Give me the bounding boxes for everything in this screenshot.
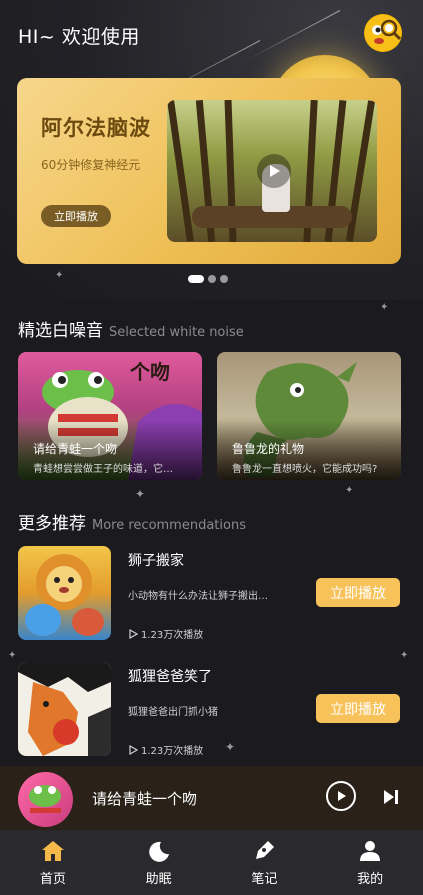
recommendation-item[interactable]: 狐狸爸爸笑了 狐狸爸爸出门抓小猪 1.23万次播放 立即播放 [18,662,402,757]
sparkle-decoration: ✦ [400,650,409,661]
section-title-recommendations: 更多推荐 More recommendations [18,509,246,534]
card-description: 鲁鲁龙一直想喷火，它能成功吗? [232,464,378,475]
card-description: 青蛙想尝尝做王子的味道，它… [33,464,173,475]
player-thumbnail [18,772,73,827]
recommendation-title: 狐狸爸爸笑了 [128,669,212,685]
sparkle-decoration: ✦ [225,740,236,754]
pen-icon [251,839,277,863]
tab-label: 助眠 [145,871,172,887]
recommendation-description: 小动物有什么办法让狮子搬出… [128,591,268,602]
sparkle-decoration: ✦ [380,302,389,313]
card-title: 请给青蛙一个吻 [33,442,118,456]
recommendation-description: 狐狸爸爸出门抓小猪 [128,707,218,718]
play-count-text: 1.23万次播放 [141,630,204,641]
play-now-button[interactable]: 立即播放 [316,694,400,723]
carousel-dot[interactable] [220,275,228,283]
sparkle-decoration: ✦ [55,270,64,281]
play-count: 1.23万次播放 [128,626,203,641]
banner-play-button[interactable]: 立即播放 [41,205,111,227]
white-noise-card-dragon[interactable]: 鲁鲁龙的礼物 鲁鲁龙一直想喷火，它能成功吗? [217,352,401,480]
carousel-indicator [188,275,228,283]
play-outline-icon [129,744,138,755]
card-art-text: 个吻 [130,360,170,384]
section-title-text: 更多推荐 [18,514,86,534]
play-count-text: 1.23万次播放 [141,746,204,757]
carousel-dot[interactable] [208,275,216,283]
section-title-en: More recommendations [92,518,246,533]
carousel-dot-active[interactable] [188,275,204,283]
player-title: 请给青蛙一个吻 [92,790,198,808]
welcome-text: HI~ 欢迎使用 [18,26,140,48]
play-now-button[interactable]: 立即播放 [316,578,400,607]
sparkle-decoration: ✦ [135,487,146,501]
avatar[interactable] [364,14,402,52]
forest-image [167,100,377,242]
play-icon[interactable] [257,154,291,188]
recommendation-thumbnail [18,662,111,756]
sparkle-decoration: ✦ [345,485,354,496]
svg-text:z: z [161,843,165,851]
tab-profile[interactable]: 我的 [317,830,423,895]
banner-subtitle: 60分钟修复神经元 [41,158,141,172]
tab-home[interactable]: 首页 [0,830,106,895]
bottom-tab-bar: 首页 z 助眠 笔记 我的 [0,830,423,895]
play-outline-icon [129,628,138,639]
recommendation-title: 狮子搬家 [128,553,184,569]
tab-notes[interactable]: 笔记 [212,830,318,895]
header: HI~ 欢迎使用 [0,0,423,70]
user-icon [357,839,383,863]
emoji-avatar-icon [365,15,402,51]
banner-title: 阿尔法脑波 [41,116,151,140]
play-icon[interactable] [326,781,356,811]
tab-sleep[interactable]: z 助眠 [106,830,212,895]
moon-sleep-icon: z [146,839,172,863]
white-noise-card-frog[interactable]: 个吻 请给青蛙一个吻 青蛙想尝尝做王子的味道，它… [18,352,202,480]
card-title: 鲁鲁龙的礼物 [232,442,305,456]
sparkle-decoration: ✦ [8,650,17,661]
play-count: 1.23万次播放 [128,742,203,757]
section-title-white-noise: 精选白噪音 Selected white noise [18,316,244,341]
section-title-en: Selected white noise [109,325,244,340]
section-title-text: 精选白噪音 [18,321,103,341]
skip-next-icon[interactable] [380,788,402,806]
tab-label: 笔记 [251,871,278,887]
recommendation-thumbnail [18,546,111,640]
mini-player[interactable]: 请给青蛙一个吻 [0,766,423,830]
recommendation-item[interactable]: 狮子搬家 小动物有什么办法让狮子搬出… 1.23万次播放 立即播放 [18,546,402,641]
tab-label: 我的 [357,871,384,887]
home-icon [40,839,66,863]
tab-label: 首页 [39,871,66,887]
featured-banner[interactable]: 阿尔法脑波 60分钟修复神经元 立即播放 [17,78,401,264]
